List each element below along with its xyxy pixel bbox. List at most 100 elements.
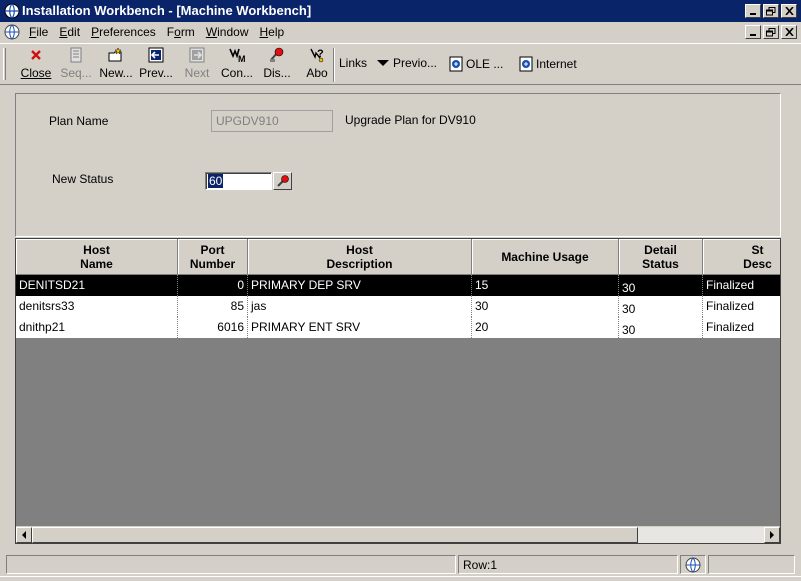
prev-button[interactable]: Prev... <box>136 47 176 80</box>
row-indicator-pane: Row:1 <box>458 555 678 574</box>
table-row[interactable]: DENITSD21 0 PRIMARY DEP SRV 15 30 Finalized <box>16 275 780 296</box>
column-header-status-description[interactable]: St Desc <box>703 239 780 275</box>
column-header-port-number[interactable]: Port Number <box>178 239 248 275</box>
status-extra-pane <box>708 555 795 574</box>
menu-bar: File Edit Preferences Form Window Help <box>0 22 801 42</box>
previous-label: Previo... <box>393 56 438 70</box>
cell-machine-usage[interactable]: 30 <box>472 296 619 317</box>
status-bar: Row:1 <box>0 553 801 575</box>
cell-host-description[interactable]: PRIMARY DEP SRV <box>248 275 472 296</box>
dis-button-label: Dis... <box>263 66 291 80</box>
toolbar-separator <box>333 48 335 82</box>
document-globe-icon[interactable] <box>4 24 20 40</box>
cell-machine-usage[interactable]: 15 <box>472 275 619 296</box>
minimize-icon <box>750 13 756 15</box>
cell-host-name[interactable]: dnithp21 <box>16 317 178 338</box>
app-globe-icon <box>4 3 20 19</box>
scroll-left-button[interactable] <box>16 527 32 543</box>
mdi-close-button[interactable] <box>781 25 797 39</box>
internet-button[interactable]: Internet <box>519 56 577 72</box>
previous-arrow-icon <box>148 47 164 63</box>
about-button[interactable]: ? Abo <box>297 47 337 80</box>
cell-detail-status[interactable]: 30 <box>619 296 703 317</box>
cell-status-description[interactable]: Finalized <box>703 296 780 317</box>
cell-host-description[interactable]: PRIMARY ENT SRV <box>248 317 472 338</box>
column-header-machine-usage[interactable]: Machine Usage <box>472 239 619 275</box>
svg-text:M: M <box>238 54 245 63</box>
new-button[interactable]: New... <box>96 47 136 80</box>
cell-host-name[interactable]: denitsrs33 <box>16 296 178 317</box>
toolbar: Close Seq... New... Prev... Next M Con..… <box>0 43 801 85</box>
visual-assist-icon <box>276 175 289 187</box>
minimize-button[interactable] <box>745 4 761 18</box>
column-header-host-description[interactable]: Host Description <box>248 239 472 275</box>
internet-label: Internet <box>536 57 577 71</box>
seq-button-label: Seq... <box>60 66 92 80</box>
internet-document-icon <box>519 56 533 72</box>
cell-detail-status[interactable]: 30 <box>619 317 703 338</box>
column-header-detail-status[interactable]: Detail Status <box>619 239 703 275</box>
plan-description: Upgrade Plan for DV910 <box>345 113 476 127</box>
machine-grid[interactable]: Host Name Port Number Host Description Machine… <box>15 238 781 544</box>
seq-button[interactable]: Seq... <box>56 47 96 80</box>
column-header-text: Host Description <box>326 242 393 271</box>
mdi-restore-button[interactable] <box>763 25 779 39</box>
connect-icon: M <box>229 48 245 63</box>
document-icon <box>70 47 82 63</box>
close-window-button[interactable] <box>781 4 797 18</box>
previous-button[interactable]: Previo... <box>376 56 437 70</box>
cell-host-name[interactable]: DENITSD21 <box>16 275 178 296</box>
restore-icon <box>766 6 776 15</box>
restore-icon <box>766 27 776 36</box>
cell-status-description[interactable]: Finalized <box>703 275 780 296</box>
close-button[interactable]: Close <box>16 47 56 80</box>
menu-edit[interactable]: Edit <box>54 25 86 39</box>
ole-label: OLE ... <box>466 57 504 71</box>
dis-button[interactable]: Dis... <box>257 47 297 80</box>
restore-button[interactable] <box>763 4 779 18</box>
display-icon <box>270 47 284 62</box>
close-button-label: Close <box>20 66 52 80</box>
table-row[interactable]: dnithp21 6016 PRIMARY ENT SRV 20 30 Finalized <box>16 317 780 338</box>
visual-assist-button[interactable] <box>273 172 292 190</box>
status-message-pane <box>6 555 456 574</box>
ole-button[interactable]: OLE ... <box>449 56 503 72</box>
column-header-host-name[interactable]: Host Name <box>16 239 178 275</box>
horizontal-scrollbar[interactable] <box>16 526 780 543</box>
column-header-text: Port Number <box>189 242 236 271</box>
mdi-minimize-button[interactable] <box>745 25 761 39</box>
globe-icon <box>685 557 701 573</box>
help-question-icon: ? <box>310 48 324 63</box>
cell-status-description[interactable]: Finalized <box>703 317 780 338</box>
cell-port-number[interactable]: 6016 <box>178 317 248 338</box>
menu-form[interactable]: Form <box>162 25 201 39</box>
column-header-text: St Desc <box>743 242 772 271</box>
cell-machine-usage[interactable]: 20 <box>472 317 619 338</box>
next-button[interactable]: Next <box>177 47 217 80</box>
cell-detail-status[interactable]: 30 <box>619 275 703 296</box>
dropdown-triangle-icon <box>377 60 389 66</box>
menu-help[interactable]: Help <box>255 25 291 39</box>
table-row[interactable]: denitsrs33 85 jas 30 30 Finalized <box>16 296 780 317</box>
cell-port-number[interactable]: 85 <box>178 296 248 317</box>
links-button[interactable]: Links <box>339 56 367 70</box>
column-header-text: Host Name <box>80 242 113 271</box>
cell-host-description[interactable]: jas <box>248 296 472 317</box>
new-status-value: 60 <box>208 174 224 188</box>
toolbar-grip[interactable] <box>3 48 6 80</box>
new-status-input[interactable]: 60 <box>205 172 272 190</box>
about-button-label: Abo <box>306 66 328 80</box>
scroll-right-button[interactable] <box>764 527 780 543</box>
cell-port-number[interactable]: 0 <box>178 275 248 296</box>
column-header-text: Detail Status <box>642 242 679 271</box>
bottom-strip <box>0 576 801 581</box>
new-folder-icon <box>108 47 122 62</box>
title-bar: Installation Workbench - [Machine Workbe… <box>0 0 801 22</box>
menu-preferences[interactable]: Preferences <box>86 25 162 39</box>
menu-file[interactable]: File <box>24 25 54 39</box>
scroll-thumb[interactable] <box>32 527 638 543</box>
window-title: Installation Workbench - [Machine Workbe… <box>22 3 312 18</box>
con-button[interactable]: M Con... <box>217 47 257 80</box>
menu-window[interactable]: Window <box>201 25 255 39</box>
scroll-left-arrow-icon <box>22 531 26 539</box>
